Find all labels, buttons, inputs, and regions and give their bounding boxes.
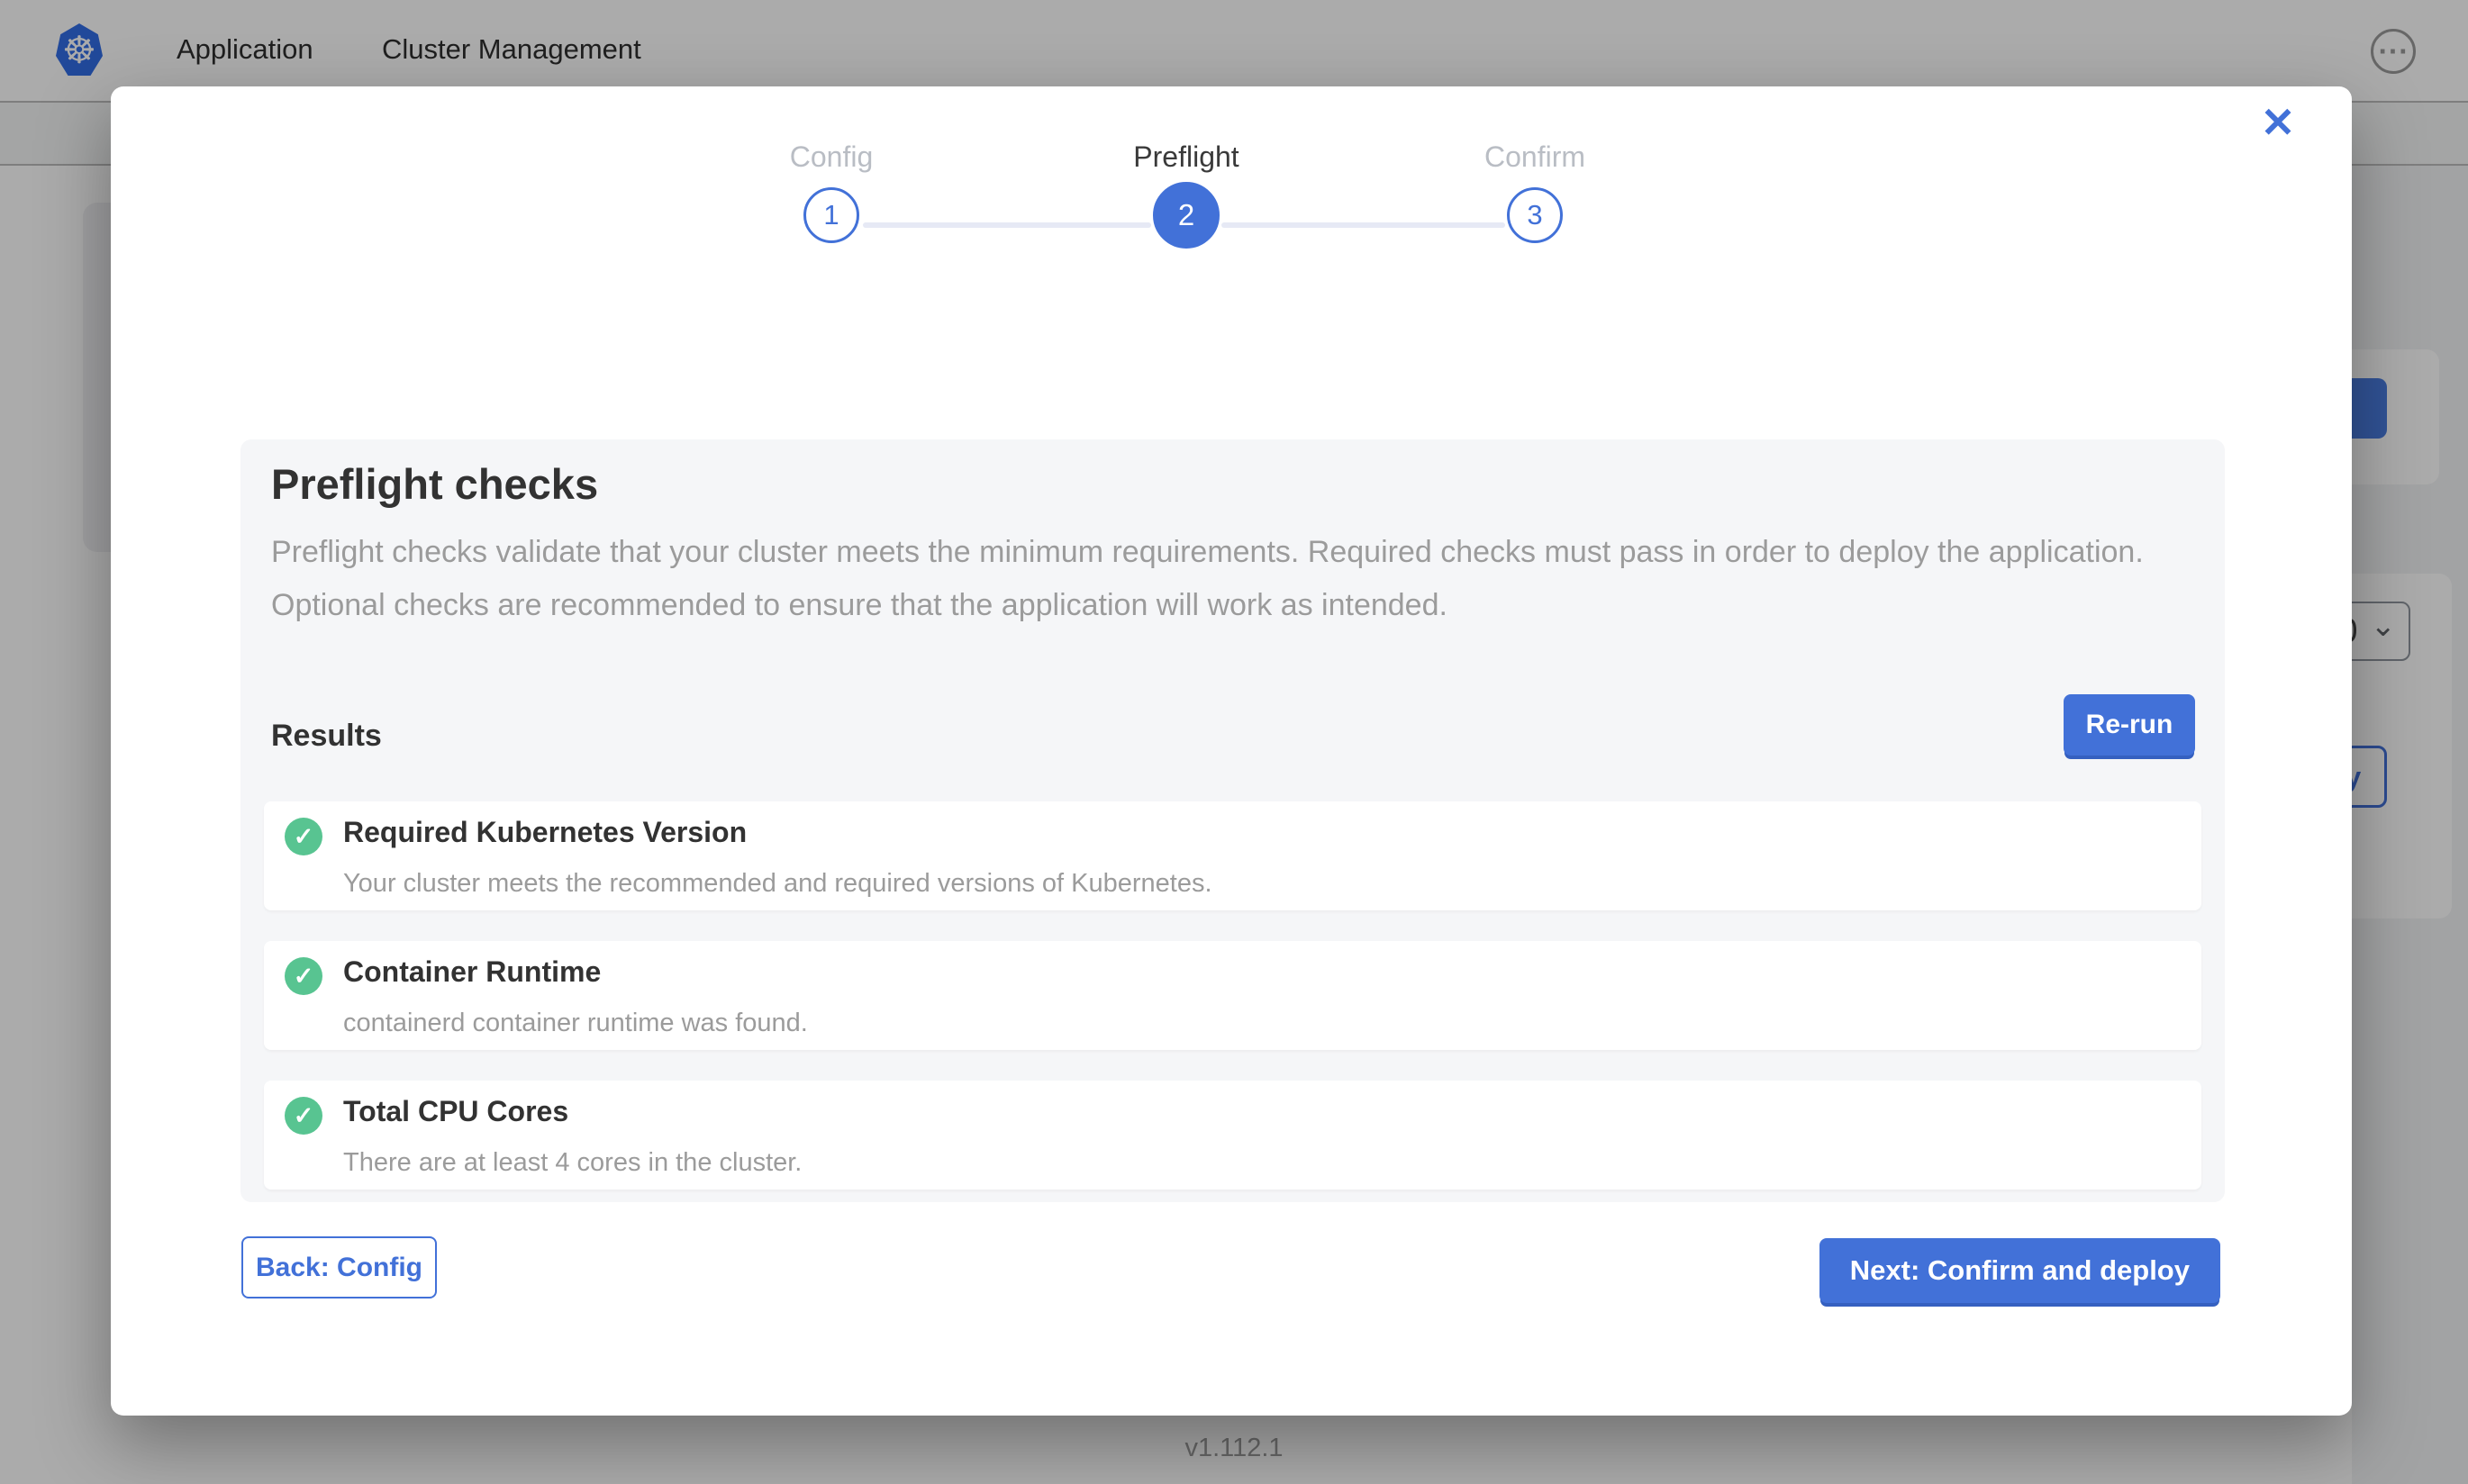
check-text: Container Runtime containerd container r… — [343, 955, 808, 1038]
stepper: Config 1 Preflight 2 Confirm 3 — [111, 86, 2352, 321]
results-heading: Results — [271, 719, 382, 754]
check-description: containerd container runtime was found. — [343, 1009, 808, 1038]
check-glyph: ✓ — [294, 963, 314, 991]
step-number: 3 — [1507, 187, 1563, 243]
check-icon: ✓ — [285, 957, 322, 995]
step-number: 2 — [1153, 182, 1220, 249]
page-title: Preflight checks — [271, 459, 598, 509]
app-root: ☸ Application Cluster Management ⋯ 0 ⌄ y… — [0, 0, 2468, 1484]
next-button[interactable]: Next: Confirm and deploy — [1819, 1238, 2220, 1303]
check-title: Required Kubernetes Version — [343, 816, 1212, 849]
step-label: Config — [687, 140, 975, 180]
check-text: Total CPU Cores There are at least 4 cor… — [343, 1095, 802, 1178]
check-title: Container Runtime — [343, 955, 808, 989]
check-item-container-runtime: ✓ Container Runtime containerd container… — [264, 941, 2201, 1050]
check-description: Your cluster meets the recommended and r… — [343, 869, 1212, 899]
check-glyph: ✓ — [294, 823, 314, 851]
check-glyph: ✓ — [294, 1102, 314, 1130]
step-preflight[interactable]: Preflight 2 — [1042, 140, 1330, 249]
step-label: Confirm — [1391, 140, 1679, 180]
check-text: Required Kubernetes Version Your cluster… — [343, 816, 1212, 899]
back-button[interactable]: Back: Config — [241, 1236, 437, 1298]
step-number: 1 — [803, 187, 859, 243]
check-item-kubernetes-version: ✓ Required Kubernetes Version Your clust… — [264, 801, 2201, 910]
check-item-total-cpu-cores: ✓ Total CPU Cores There are at least 4 c… — [264, 1081, 2201, 1190]
preflight-panel: Preflight checks Preflight checks valida… — [240, 439, 2225, 1202]
step-confirm[interactable]: Confirm 3 — [1391, 140, 1679, 243]
rerun-button[interactable]: Re-run — [2064, 694, 2195, 756]
check-description: There are at least 4 cores in the cluste… — [343, 1148, 802, 1178]
preflight-modal: ✕ Config 1 Preflight 2 Confirm 3 Preflig… — [111, 86, 2352, 1416]
step-label: Preflight — [1042, 140, 1330, 180]
check-title: Total CPU Cores — [343, 1095, 802, 1128]
check-icon: ✓ — [285, 818, 322, 855]
results-row: Results Re-run — [271, 693, 2195, 756]
panel-description: Preflight checks validate that your clus… — [271, 526, 2172, 632]
step-config[interactable]: Config 1 — [687, 140, 975, 243]
check-icon: ✓ — [285, 1097, 322, 1135]
